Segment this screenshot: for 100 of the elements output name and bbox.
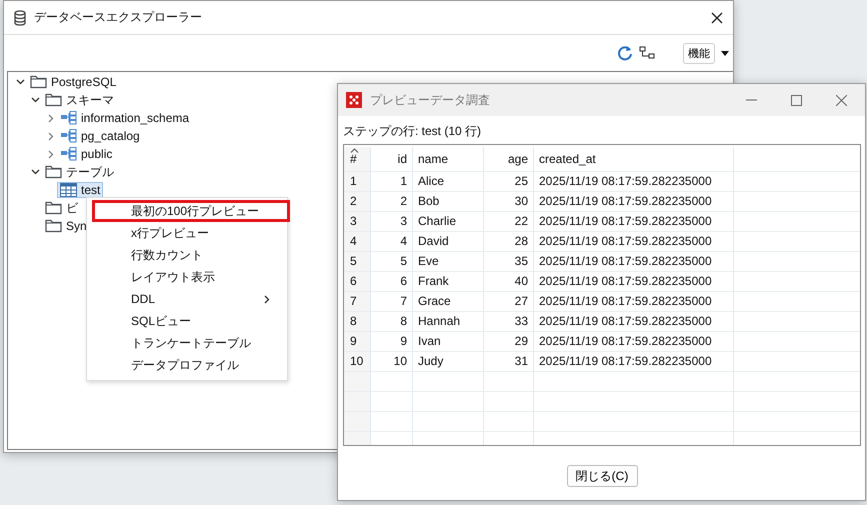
tree-item[interactable]: Syn — [42, 218, 90, 234]
table-cell: 2 — [371, 192, 413, 211]
menu-item[interactable]: DDL — [92, 288, 287, 310]
table-cell: 22 — [484, 212, 534, 231]
chevron-right-icon[interactable] — [48, 150, 54, 158]
table-cell: 2025/11/19 08:17:59.282235000 — [534, 332, 734, 351]
table-cell: 6 — [371, 272, 413, 291]
menu-item[interactable]: データプロファイル — [92, 354, 287, 376]
tree-item[interactable]: pg_catalog — [57, 128, 143, 144]
database-icon — [14, 10, 26, 26]
table-cell: 4 — [344, 232, 371, 251]
refresh-icon[interactable] — [617, 45, 633, 61]
menu-item[interactable]: x行プレビュー — [92, 222, 287, 244]
folder-icon — [30, 75, 47, 89]
chevron-down-icon[interactable] — [31, 169, 40, 175]
maximize-icon[interactable] — [791, 94, 802, 106]
table-cell: 2025/11/19 08:17:59.282235000 — [534, 252, 734, 271]
table-cell: 3 — [344, 212, 371, 231]
menu-item[interactable]: レイアウト表示 — [92, 266, 287, 288]
table-cell: 2 — [344, 192, 371, 211]
chevron-right-icon[interactable] — [48, 132, 54, 140]
tree-item[interactable]: ビ — [42, 200, 81, 216]
table-cell: 8 — [344, 312, 371, 331]
app-icon — [346, 92, 362, 108]
table-cell: 6 — [344, 272, 371, 291]
table-cell: 10 — [371, 352, 413, 371]
table-cell: 30 — [484, 192, 534, 211]
tree-item[interactable]: information_schema — [57, 110, 192, 126]
table-cell: 8 — [371, 312, 413, 331]
chevron-down-icon[interactable] — [31, 97, 40, 103]
table-cell: 2025/11/19 08:17:59.282235000 — [534, 192, 734, 211]
tree-item[interactable]: PostgreSQL — [27, 74, 120, 90]
table-cell: 28 — [484, 232, 534, 251]
table-cell: Charlie — [413, 212, 484, 231]
table-cell: Grace — [413, 292, 484, 311]
table-cell: 1 — [344, 172, 371, 191]
hierarchy-icon[interactable] — [639, 46, 655, 60]
tree-item[interactable]: テーブル — [42, 164, 117, 180]
table-cell: Hannah — [413, 312, 484, 331]
sort-caret-icon — [350, 148, 359, 153]
table-cell: Ivan — [413, 332, 484, 351]
window-title: プレビューデータ調査 — [370, 92, 491, 108]
function-button[interactable]: 機能 — [683, 42, 715, 64]
chevron-down-icon[interactable] — [16, 79, 25, 85]
minimize-icon[interactable] — [746, 99, 757, 101]
table-cell: 5 — [371, 252, 413, 271]
folder-icon — [45, 165, 62, 179]
column-header[interactable]: # — [344, 147, 371, 171]
menu-item[interactable]: SQLビュー — [92, 310, 287, 332]
folder-icon — [45, 93, 62, 107]
table-cell: 2025/11/19 08:17:59.282235000 — [534, 352, 734, 371]
chevron-right-icon[interactable] — [48, 114, 54, 122]
row-count-label: ステップの行: test (10 行) — [343, 123, 482, 140]
table-cell: Eve — [413, 252, 484, 271]
schema-icon — [60, 111, 77, 125]
table-cell: 9 — [344, 332, 371, 351]
table-cell: 33 — [484, 312, 534, 331]
column-header[interactable]: name — [413, 147, 484, 171]
close-icon[interactable] — [711, 12, 723, 24]
table-cell: 2025/11/19 08:17:59.282235000 — [534, 172, 734, 191]
column-header[interactable]: created_at — [534, 147, 734, 171]
table-cell: 2025/11/19 08:17:59.282235000 — [534, 232, 734, 251]
table-cell: 2025/11/19 08:17:59.282235000 — [534, 312, 734, 331]
folder-icon — [45, 201, 62, 215]
table-cell: 10 — [344, 352, 371, 371]
schema-icon — [60, 129, 77, 143]
table-cell: 35 — [484, 252, 534, 271]
table-cell: 2025/11/19 08:17:59.282235000 — [534, 212, 734, 231]
table-cell: 31 — [484, 352, 534, 371]
table-cell: Judy — [413, 352, 484, 371]
table-cell: 25 — [484, 172, 534, 191]
table-icon — [60, 183, 77, 197]
menu-item[interactable]: 最初の100行プレビュー — [92, 200, 290, 222]
table-cell: 3 — [371, 212, 413, 231]
table-cell: 7 — [371, 292, 413, 311]
menu-item[interactable]: 行数カウント — [92, 244, 287, 266]
tree-item[interactable]: public — [57, 146, 116, 162]
dropdown-arrow-icon[interactable] — [721, 50, 729, 56]
table-cell: 7 — [344, 292, 371, 311]
folder-icon — [45, 219, 62, 233]
table-cell: Bob — [413, 192, 484, 211]
table-cell: Alice — [413, 172, 484, 191]
table-cell: 40 — [484, 272, 534, 291]
table-cell: 2025/11/19 08:17:59.282235000 — [534, 292, 734, 311]
table-cell: 5 — [344, 252, 371, 271]
table-cell: 29 — [484, 332, 534, 351]
close-button[interactable]: 閉じる(C) — [566, 465, 638, 487]
table-cell: Frank — [413, 272, 484, 291]
column-header[interactable]: age — [484, 147, 534, 171]
menu-item[interactable]: トランケートテーブル — [92, 332, 287, 354]
table-cell: 27 — [484, 292, 534, 311]
table-cell: 2025/11/19 08:17:59.282235000 — [534, 272, 734, 291]
tree-item[interactable]: test — [57, 182, 104, 198]
column-header[interactable]: id — [371, 147, 413, 171]
table-cell: 4 — [371, 232, 413, 251]
table-cell: David — [413, 232, 484, 251]
schema-icon — [60, 147, 77, 161]
tree-item[interactable]: スキーマ — [42, 92, 117, 108]
table-cell: 1 — [371, 172, 413, 191]
window-title: データベースエクスプローラー — [34, 9, 203, 26]
